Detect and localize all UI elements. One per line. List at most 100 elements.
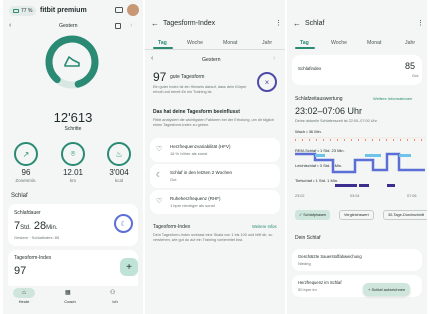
zone-minutes-label: Zonenmin. [15, 178, 37, 183]
factor-title: Herzfrequenzvariabilität (HFV) [170, 144, 231, 149]
prev-day-icon[interactable]: ‹ [151, 55, 153, 62]
add-fab[interactable]: + [120, 258, 138, 276]
factor-card-rhr[interactable]: ♡ Ruheherzfrequenz (RHF) 1 bpm niedriger… [150, 190, 280, 214]
readiness-gauge-icon: × [257, 72, 277, 92]
sleep-card-title: Schlafdauer [14, 210, 41, 216]
sleep-minutes-unit: Min. [46, 225, 58, 231]
divider [145, 49, 285, 50]
factor-title: Schlaf in den letzten 2 Wochen [170, 170, 232, 175]
section-sleep-title: Schlaf [11, 193, 28, 199]
distance-label: km [70, 178, 76, 183]
axis-end: 07:06 [407, 194, 417, 198]
next-day-icon[interactable]: › [130, 22, 132, 29]
tab-month[interactable]: Monat [223, 40, 237, 46]
steps-label: Schritte [64, 126, 82, 132]
battery-icon [13, 9, 19, 13]
axis-mid: 03:04 [350, 194, 360, 198]
calendar-icon[interactable] [115, 23, 121, 29]
nav-today[interactable]: Heute [14, 299, 34, 304]
location-pin-icon: ⌾ [70, 149, 76, 158]
flame-icon: ♨ [115, 149, 123, 159]
sleep-card-sub: Gestern · Schlafindex: 85 [14, 235, 60, 240]
eval-link[interactable]: Weitere Informationen [373, 96, 412, 101]
sleep-hours-unit: Std. [20, 225, 31, 231]
moon-icon: ☾ [156, 172, 163, 179]
factor-sub: 16 % höher als sonst [170, 151, 208, 156]
eval-title: Schlafzeitauswertung [295, 96, 343, 102]
footer-desc: Dein Tagesform-Index umfasst eine Skala … [153, 233, 273, 242]
profile-icon[interactable]: ⚇ [110, 289, 115, 296]
messages-icon[interactable] [115, 7, 123, 13]
sleep-card[interactable]: Schlafdauer 7Std. 28Min. Gestern · Schla… [8, 204, 138, 246]
factor-card-hrv[interactable]: ♡ Herzfrequenzvariabilität (HFV) 16 % hö… [150, 138, 280, 162]
sleep-index-card[interactable]: Schlafindex 85 Gut [292, 55, 422, 85]
tab-year[interactable]: Jahr [405, 40, 415, 46]
tab-year[interactable]: Jahr [262, 40, 272, 46]
sleep-index-value: 85 [405, 61, 416, 71]
steps-value: 12'613 [53, 110, 93, 125]
bottom-nav: ⌂ Heute ▦ Coach ⚇ Ich [3, 286, 143, 314]
factor-sub: 1 bpm niedriger als sonst [170, 203, 215, 208]
more-menu-icon[interactable]: ⋮ [417, 19, 424, 27]
zone-minutes-value: 96 [21, 168, 31, 177]
back-arrow-icon[interactable]: ← [293, 19, 301, 28]
active-tab-indicator [295, 47, 315, 49]
page-title: Tagesform-Index [163, 20, 216, 27]
influence-desc: Fitbit analysiert die wichtigsten Faktor… [153, 118, 275, 127]
axis-start: 23:02 [295, 194, 305, 198]
zone-minutes-ring[interactable]: ↗ [14, 142, 38, 166]
distance-ring[interactable]: ⌾ [61, 142, 85, 166]
calories-label: kcal [114, 178, 123, 183]
footer-link[interactable]: Weitere Infos [252, 224, 277, 229]
heart-zone-icon: ↗ [22, 149, 30, 159]
readiness-score-label: gute Tagesform [170, 74, 205, 80]
oxygen-card[interactable]: Geschätzte Sauerstoffabweichung Niedrig [292, 249, 422, 271]
chip-average[interactable]: 30-Tage-Durchschnitt [383, 210, 427, 220]
footer-title: Tagesform-Index [153, 224, 191, 230]
chip-compare[interactable]: Vergleichswert [339, 210, 374, 220]
factor-sub: Gut [170, 177, 177, 182]
chip-stages[interactable]: ✓ Schlafphasen [295, 210, 331, 220]
tab-day[interactable]: Tag [158, 40, 167, 46]
sleep-duration: 7Std. 28Min. [14, 220, 57, 232]
battery-level: 77 % [21, 8, 33, 14]
oxygen-title: Geschätzte Sauerstoffabweichung [298, 254, 362, 259]
moon-icon: ☾ [114, 214, 133, 233]
distance-value: 12.01 [62, 168, 84, 177]
readiness-card-title: Tagesform-Index [14, 255, 52, 261]
factor-card-sleep[interactable]: ☾ Schlaf in den letzten 2 Wochen Gut [150, 164, 280, 188]
chip-stages-label: Schlafphasen [303, 213, 327, 217]
back-arrow-icon[interactable]: ← [151, 19, 159, 28]
coach-icon[interactable]: ▦ [65, 289, 71, 296]
page-title: Schlaf [305, 20, 325, 27]
shoe-icon [64, 56, 80, 67]
tab-week[interactable]: Woche [187, 40, 203, 46]
record-sleep-fab[interactable]: + Schlaf aufzeichnen [363, 283, 411, 296]
next-day-icon[interactable]: › [273, 55, 275, 62]
today-screen: 77 % fitbit premium ‹ Gestern › 12'613 S… [3, 0, 143, 314]
date-label[interactable]: Gestern [59, 23, 77, 29]
battery-badge[interactable]: 77 % [9, 6, 37, 16]
more-menu-icon[interactable]: ⋮ [275, 19, 282, 27]
nav-coach[interactable]: Coach [60, 299, 80, 304]
sleep-hr-sub: 50 bpm im [298, 287, 317, 292]
calories-ring[interactable]: ♨ [107, 142, 131, 166]
factor-title: Ruheherzfrequenz (RHF) [170, 196, 221, 201]
tab-day[interactable]: Tag [300, 40, 309, 46]
sleep-hr-title: Herzfrequenz im Schlaf [298, 280, 342, 285]
nav-me[interactable]: Ich [105, 299, 125, 304]
sleep-screen: ← Schlaf ⋮ Tag Woche Monat Jahr Schlafin… [287, 0, 427, 314]
record-sleep-label: Schlaf aufzeichnen [371, 287, 406, 292]
tab-month[interactable]: Monat [367, 40, 381, 46]
readiness-card[interactable]: Tagesform-Index 97 [8, 250, 138, 290]
date-label[interactable]: Gestern [202, 57, 220, 63]
prev-day-icon[interactable]: ‹ [9, 22, 11, 29]
sleep-time-desc: Deine aktuelle Schlafenszeit ist 22:00–0… [295, 119, 377, 123]
calories-value: 3'004 [109, 168, 129, 177]
tab-week[interactable]: Woche [331, 40, 347, 46]
today-icon[interactable]: ⌂ [13, 288, 35, 298]
avatar[interactable] [127, 4, 139, 16]
brand-title: fitbit premium [40, 7, 87, 14]
heart-icon: ♡ [156, 146, 163, 153]
influence-title: Das hat deine Tagesform beeinflusst [153, 109, 240, 115]
